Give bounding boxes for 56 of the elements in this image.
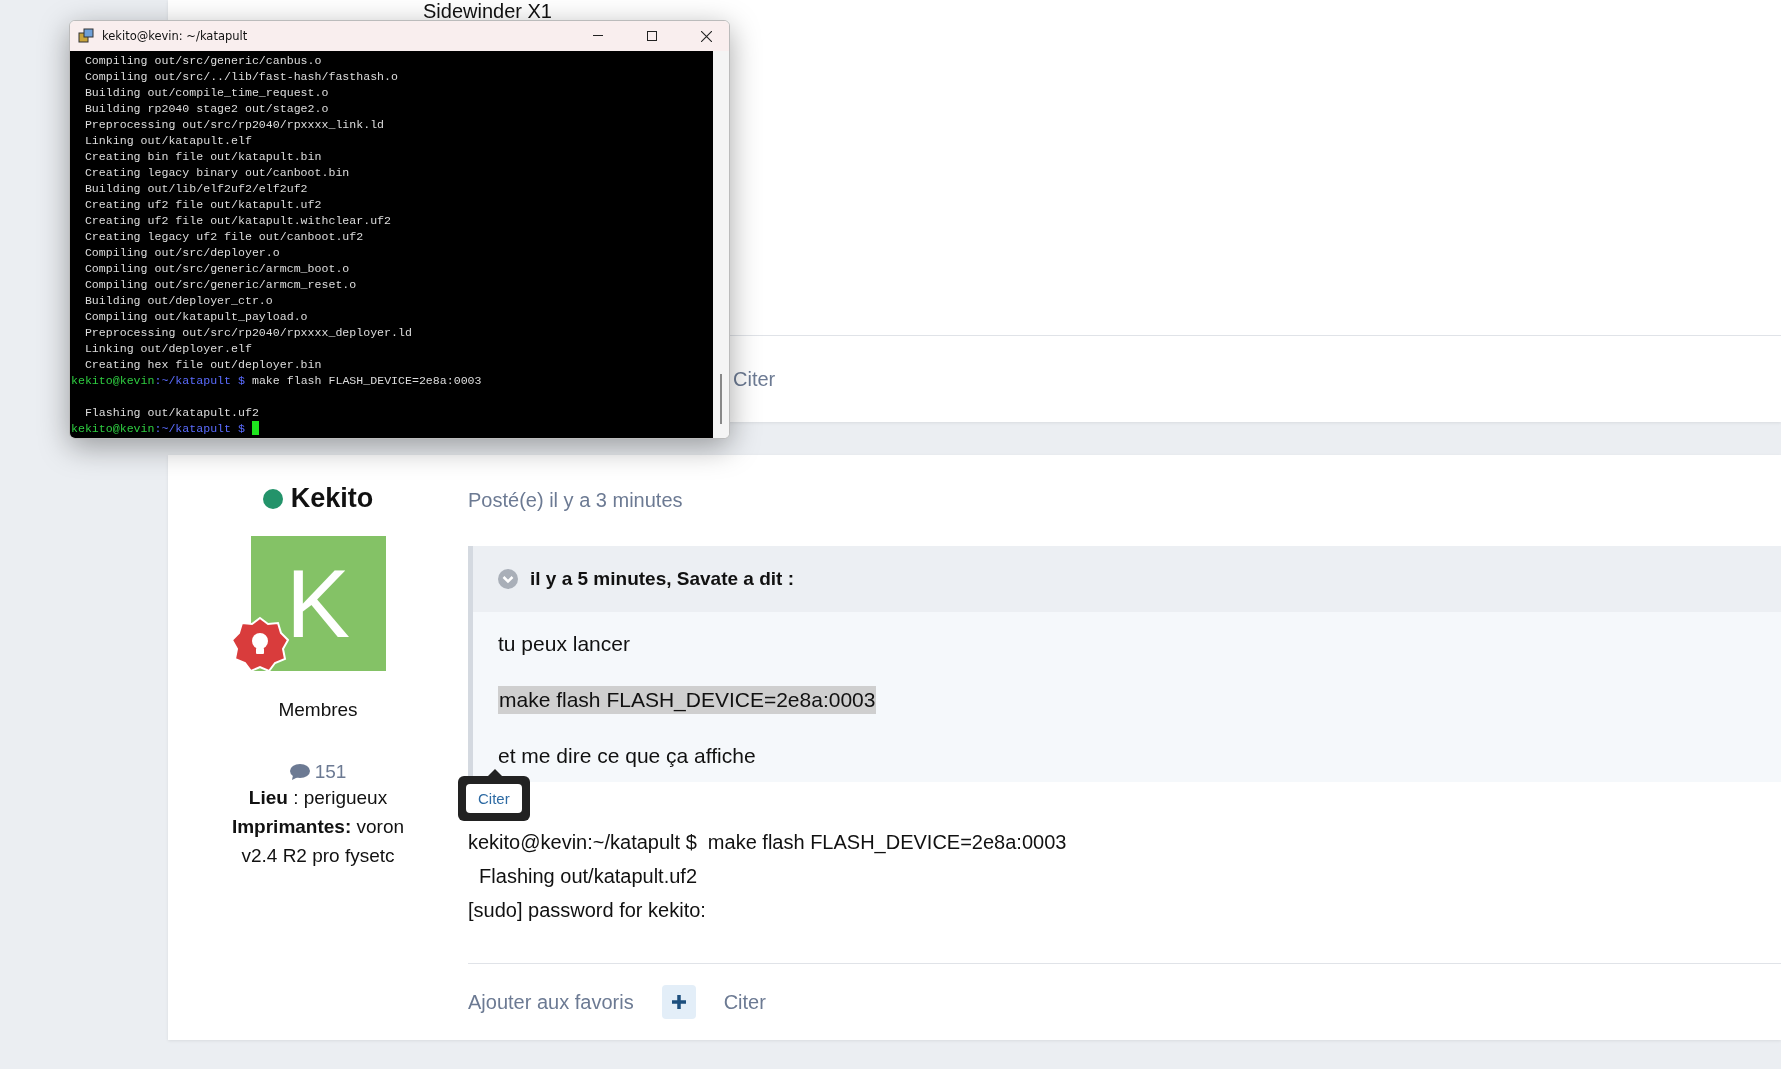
profile-field: Imprimantes: voron v2.4 R2 pro fysetc xyxy=(218,812,418,870)
terminal-output: Compiling out/src/generic/canbus.o xyxy=(83,53,323,69)
terminal-output: Building out/deployer_ctr.o xyxy=(83,293,274,309)
post-text: [sudo] password for kekito: xyxy=(468,898,707,923)
author-name[interactable]: Kekito xyxy=(290,483,374,514)
lightbulb-badge-icon xyxy=(230,616,289,674)
terminal-output: Creating uf2 file out/katapult.withclear.uf2 xyxy=(83,213,393,229)
prompt-user: kekito@kevin xyxy=(71,422,155,435)
plus-icon xyxy=(670,994,687,1010)
favorite-link[interactable]: Ajouter aux favoris xyxy=(468,990,634,1014)
terminal-output: Linking out/katapult.elf xyxy=(83,133,253,149)
speech-bubble-icon xyxy=(289,764,310,780)
maximize-icon xyxy=(647,31,657,41)
close-icon xyxy=(700,30,712,42)
terminal-output: Compiling out/src/generic/armcm_boot.o xyxy=(83,261,351,277)
profile-field: Lieu : perigueux xyxy=(218,783,418,812)
quote-link[interactable]: Citer xyxy=(733,367,776,391)
terminal-output: Preprocessing out/src/rp2040/rpxxxx_link.ld xyxy=(83,117,386,133)
terminal-output: Flashing out/katapult.uf2 xyxy=(83,405,260,421)
post-count: 151 xyxy=(314,761,347,783)
post-date[interactable]: Posté(e) il y a 3 minutes xyxy=(468,489,1781,512)
quote-button[interactable]: Citer xyxy=(466,784,522,813)
prompt-path: :~/katapult $ xyxy=(154,374,245,387)
highlighted-text: make flash FLASH_DEVICE=2e8a:0003 xyxy=(498,686,877,714)
app-icon xyxy=(78,28,94,44)
terminal-output: Compiling out/src/../lib/fast-hash/fasthash.o xyxy=(83,69,399,85)
post-text: Sidewinder X1 xyxy=(423,0,553,23)
terminal-output: Preprocessing out/src/rp2040/rpxxxx_deployer.ld xyxy=(83,325,413,341)
minimize-icon xyxy=(593,35,603,37)
quote-link[interactable]: Citer xyxy=(723,990,766,1014)
avatar-letter: K xyxy=(286,548,350,659)
terminal-output: Linking out/deployer.elf xyxy=(83,341,253,357)
chevron-down-icon[interactable] xyxy=(498,569,518,589)
terminal-output: Compiling out/src/deployer.o xyxy=(83,245,281,261)
terminal-output: Building out/compile_time_request.o xyxy=(83,85,330,101)
quote-header: il y a 5 minutes, Savate a dit : xyxy=(530,568,794,590)
terminal-output: Creating uf2 file out/katapult.uf2 xyxy=(83,197,323,213)
terminal-output: Creating bin file out/katapult.bin xyxy=(83,149,323,165)
terminal-output: Compiling out/src/generic/armcm_reset.o xyxy=(83,277,358,293)
member-group: Membres xyxy=(278,699,358,721)
prompt-path: :~/katapult $ xyxy=(154,422,245,435)
quote-text: et me dire ce que ça affiche xyxy=(498,744,756,768)
terminal-output: Compiling out/katapult_payload.o xyxy=(83,309,309,325)
terminal-output: Building out/lib/elf2uf2/elf2uf2 xyxy=(83,181,309,197)
terminal-output: Creating legacy uf2 file out/canboot.uf2 xyxy=(83,229,365,245)
scrollbar[interactable] xyxy=(713,51,729,438)
terminal-output: Creating legacy binary out/canboot.bin xyxy=(83,165,351,181)
terminal-output: Building rp2040 stage2 out/stage2.o xyxy=(83,101,330,117)
terminal-output: Creating hex file out/deployer.bin xyxy=(83,357,323,373)
window-title: kekito@kevin: ~/katapult xyxy=(102,29,249,43)
quote-text: tu peux lancer xyxy=(498,632,630,656)
add-button[interactable] xyxy=(661,985,696,1019)
post-text: Flashing out/katapult.uf2 xyxy=(478,864,699,889)
post-text: kekito@kevin:~/katapult $ make flash FLASH_DEVICE=2e8a:0003 xyxy=(468,830,1068,856)
prompt-user: kekito@kevin xyxy=(71,374,155,387)
terminal-command: make flash FLASH_DEVICE=2e8a:0003 xyxy=(251,374,482,387)
